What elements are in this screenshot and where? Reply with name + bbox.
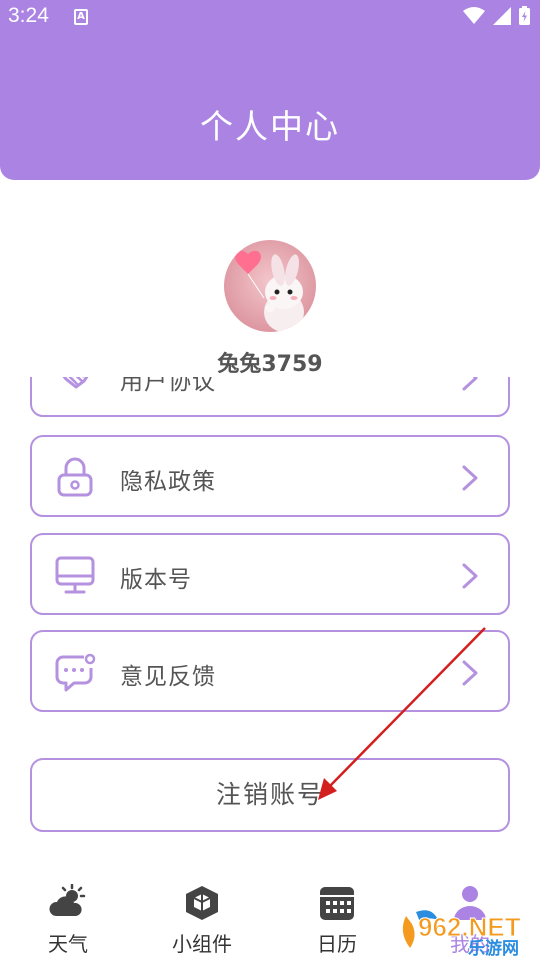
tab-widgets[interactable]: 小组件 bbox=[152, 884, 252, 957]
menu-item-privacy-policy[interactable]: 隐私政策 bbox=[30, 435, 510, 517]
signal-icon bbox=[493, 6, 511, 25]
menu-item-label: 意见反馈 bbox=[120, 664, 216, 690]
tab-label: 日历 bbox=[317, 932, 357, 956]
tab-weather[interactable]: 天气 bbox=[18, 884, 118, 957]
cube-icon bbox=[186, 886, 218, 920]
calendar-icon bbox=[320, 887, 354, 920]
weather-icon bbox=[49, 884, 86, 916]
chat-bubble-icon bbox=[55, 653, 96, 692]
bunny-avatar-image bbox=[224, 240, 316, 332]
wifi-icon bbox=[463, 6, 485, 24]
chevron-right-icon bbox=[462, 465, 478, 491]
site-watermark: 962.NET 乐游网 bbox=[402, 910, 521, 958]
page-title: 个人中心 bbox=[200, 107, 340, 146]
chevron-right-icon bbox=[462, 377, 478, 391]
tab-label: 天气 bbox=[48, 932, 88, 956]
menu-item-version[interactable]: 版本号 bbox=[30, 533, 510, 615]
handshake-icon bbox=[62, 377, 89, 389]
menu-item-label: 版本号 bbox=[120, 567, 192, 593]
menu-item-user-agreement[interactable]: 用户协议 bbox=[30, 377, 510, 417]
lock-icon bbox=[57, 457, 93, 497]
tab-label: 小组件 bbox=[172, 932, 232, 956]
chevron-right-icon bbox=[462, 660, 478, 686]
status-icons bbox=[463, 6, 530, 25]
menu-list[interactable]: 用户协议 隐私政策 版本号 意见反馈 bbox=[0, 377, 540, 727]
notification-icon: A bbox=[74, 9, 88, 25]
menu-item-label: 隐私政策 bbox=[120, 469, 216, 495]
status-time: 3:24 bbox=[8, 4, 49, 27]
tab-calendar[interactable]: 日历 bbox=[287, 884, 387, 957]
watermark-logo-text: 962.NET bbox=[418, 912, 521, 942]
avatar[interactable] bbox=[224, 240, 316, 332]
monitor-icon bbox=[55, 556, 95, 594]
username: 兔兔3759 bbox=[217, 352, 323, 377]
delete-account-button[interactable]: 注销账号 bbox=[30, 758, 510, 832]
status-bar: 3:24 A bbox=[0, 0, 540, 38]
chevron-right-icon bbox=[462, 563, 478, 589]
menu-item-label: 用户协议 bbox=[120, 377, 216, 395]
battery-icon bbox=[519, 6, 530, 25]
menu-item-feedback[interactable]: 意见反馈 bbox=[30, 630, 510, 712]
watermark-subtext: 乐游网 bbox=[468, 938, 519, 958]
